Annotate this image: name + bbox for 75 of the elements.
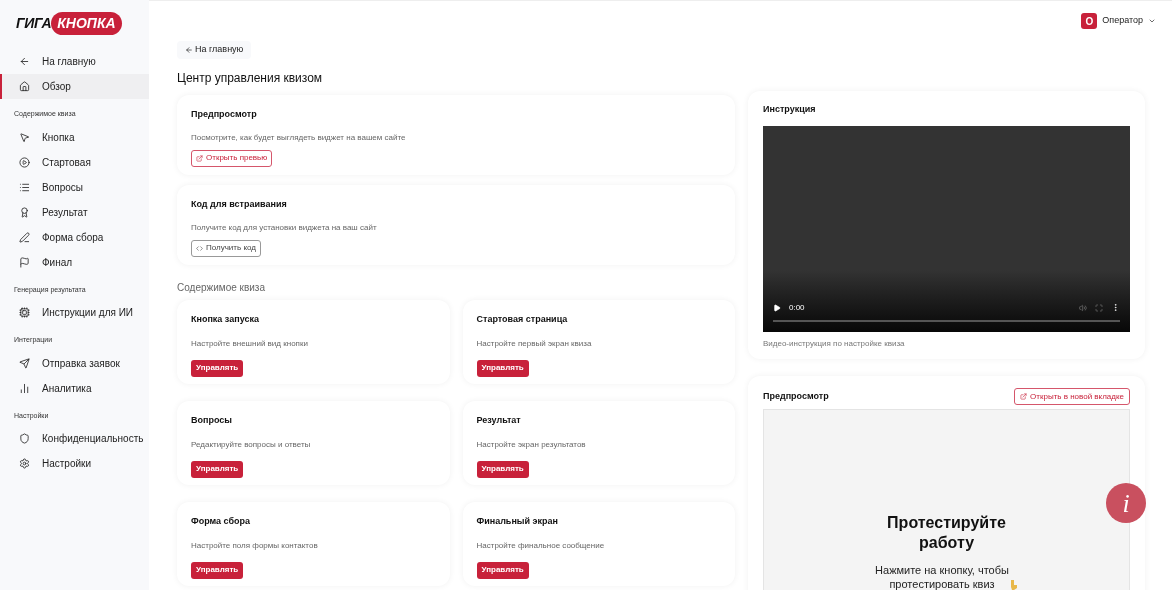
manage-button[interactable]: Управлять	[191, 460, 244, 478]
card-title: Код для встраивания	[191, 198, 288, 211]
manage-button[interactable]: Управлять	[476, 561, 529, 579]
list-icon	[19, 181, 30, 193]
sidebar-item[interactable]: Инструкции для ИИ	[0, 300, 149, 325]
manage-button[interactable]: Управлять	[191, 561, 244, 579]
card-description: Настройте финальное сообщение	[476, 539, 606, 552]
card-description: Посмотрите, как будет выглядеть виджет на вашем сайте	[191, 131, 407, 144]
card-title: Вопросы	[191, 414, 233, 427]
preview-heading: Протестируйте работу	[886, 513, 1007, 553]
fullscreen-icon[interactable]	[1095, 303, 1103, 312]
sidebar-item[interactable]: Кнопка	[0, 124, 149, 150]
video-caption: Видео-инструкция по настройке квиза	[763, 337, 906, 350]
card-title: Кнопка запуска	[191, 313, 260, 326]
card-description: Редактируйте вопросы и ответы	[191, 438, 312, 451]
manage-button[interactable]: Управлять	[476, 359, 529, 377]
progress-track[interactable]	[773, 319, 1120, 322]
flag-icon	[19, 256, 30, 268]
card-description: Настройте поля формы контактов	[191, 539, 319, 552]
sidebar-item[interactable]: Вопросы	[0, 174, 149, 200]
sidebar-item[interactable]: Стартовая	[0, 149, 149, 175]
sidebar-item[interactable]: Результат	[0, 199, 149, 225]
page-title: Центр управления квизом	[177, 70, 324, 87]
card-title: Финальный экран	[476, 515, 559, 528]
open-new-tab-button[interactable]: Открыть в новой вкладке	[1014, 388, 1130, 405]
card-title: Предпросмотр	[191, 108, 258, 121]
bar-chart-icon	[19, 382, 30, 394]
home-icon	[19, 81, 30, 92]
send-icon	[19, 357, 30, 369]
video-time: 0:00	[789, 301, 805, 314]
settings-icon	[19, 458, 30, 469]
external-link-icon	[1020, 393, 1028, 400]
card-title: Предпросмотр	[763, 389, 829, 403]
open-preview-button[interactable]: Открыть превью	[191, 149, 273, 167]
award-icon	[19, 206, 30, 218]
sidebar-item[interactable]: Аналитика	[0, 375, 149, 401]
card-title: Результат	[476, 414, 522, 427]
card-title: Инструкция	[763, 103, 817, 116]
logo: ГИГА КНОПКА	[0, 12, 149, 35]
sidebar-item[interactable]: Обзор	[0, 74, 149, 99]
manage-button[interactable]: Управлять	[191, 359, 244, 377]
section-heading: Содержимое квиза	[177, 281, 266, 295]
external-link-icon	[196, 154, 203, 162]
sidebar-item[interactable]: Настройки	[0, 451, 149, 476]
video-player[interactable]: 0:00	[763, 125, 1130, 332]
play-circle-icon	[19, 156, 30, 168]
user-avatar: О	[1081, 13, 1098, 29]
user-menu[interactable]: О Оператор	[1081, 13, 1156, 29]
pen-icon	[19, 231, 30, 243]
card-title: Стартовая страница	[476, 313, 569, 326]
get-code-button[interactable]: Получить код	[191, 239, 261, 257]
card-description: Получите код для установки виджета на ваш сайт	[191, 221, 378, 234]
sidebar-item[interactable]: Отправка заявок	[0, 350, 149, 376]
card-description: Настройте внешний вид кнопки	[191, 337, 309, 350]
cursor-icon	[19, 131, 30, 143]
code-icon	[196, 244, 203, 252]
more-icon[interactable]	[1111, 303, 1120, 312]
play-icon[interactable]	[773, 303, 781, 312]
chevron-down-icon	[1148, 17, 1156, 25]
preview-text: Нажмите на кнопку, чтобы протестировать квиз	[875, 563, 1009, 590]
shield-icon	[19, 433, 30, 444]
back-button[interactable]: На главную	[177, 41, 252, 59]
sidebar-item[interactable]: На главную	[0, 49, 149, 74]
user-name: Оператор	[1102, 14, 1143, 28]
arrow-left-icon	[185, 46, 193, 54]
manage-button[interactable]: Управлять	[476, 460, 529, 478]
card-title: Форма сбора	[191, 515, 252, 528]
chip-icon	[19, 307, 30, 318]
sidebar-item[interactable]: Конфиденциальность	[0, 426, 149, 451]
card-description: Настройте первый экран квиза	[476, 337, 593, 350]
card-description: Настройте экран результатов	[476, 438, 587, 451]
volume-icon[interactable]	[1079, 303, 1087, 312]
sidebar-item[interactable]: Финал	[0, 249, 149, 275]
arrow-left-icon	[19, 56, 30, 67]
sidebar-item[interactable]: Форма сбора	[0, 224, 149, 250]
